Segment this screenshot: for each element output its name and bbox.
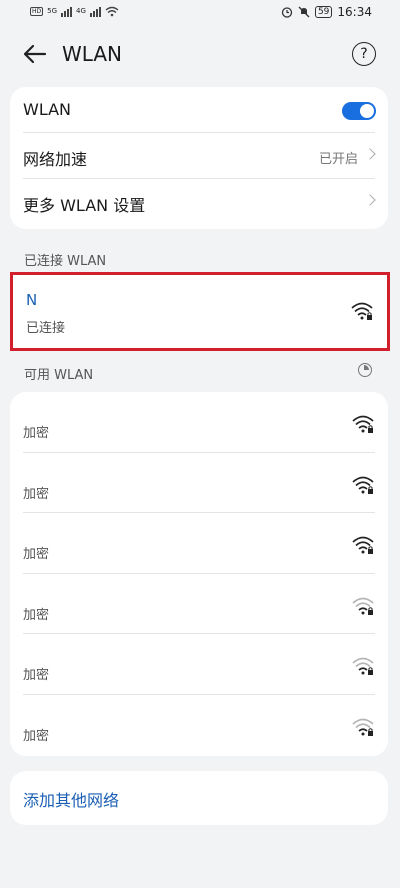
toggle-knob — [360, 104, 374, 118]
network-type-2: 4G — [76, 7, 86, 15]
wlan-toggle-row[interactable]: WLAN — [10, 87, 388, 133]
available-network-item[interactable]: 加密 — [10, 574, 388, 635]
alarm-icon — [281, 7, 293, 18]
more-settings-row[interactable]: 更多 WLAN 设置 — [10, 179, 388, 225]
network-type-1: 5G — [47, 7, 58, 15]
network-security-label: 加密 — [23, 728, 50, 744]
wlan-label: WLAN — [23, 100, 72, 119]
network-security-label: 加密 — [23, 668, 50, 684]
network-boost-value: 已开启 — [318, 152, 358, 167]
clock: 16:34 — [337, 5, 372, 19]
back-arrow-icon[interactable] — [22, 41, 48, 67]
mute-icon — [298, 6, 310, 18]
connected-network-item[interactable]: N 已连接 — [10, 272, 390, 351]
connected-section-header: 已连接 WLAN — [24, 254, 107, 269]
wifi-lock-icon — [352, 718, 374, 736]
available-network-item[interactable]: 加密 — [10, 453, 388, 514]
network-boost-label: 网络加速 — [23, 150, 88, 169]
wlan-toggle[interactable] — [342, 102, 376, 120]
signal-icon — [61, 5, 73, 17]
app-bar: WLAN ? — [0, 28, 400, 80]
available-network-item[interactable]: 加密 — [10, 513, 388, 574]
wifi-lock-icon — [352, 415, 374, 433]
available-network-item[interactable]: 加密 — [10, 392, 388, 453]
add-network-card[interactable]: 添加其他网络 — [10, 771, 388, 825]
wifi-status-icon — [105, 6, 119, 16]
network-security-label: 加密 — [23, 486, 50, 502]
network-security-label: 加密 — [23, 607, 50, 623]
available-network-list: 加密 加密 加密 加密 加密 加密 — [10, 392, 388, 756]
available-network-item[interactable]: 加密 — [10, 695, 388, 756]
more-settings-label: 更多 WLAN 设置 — [23, 196, 146, 215]
wifi-lock-icon — [352, 597, 374, 615]
chevron-right-icon — [364, 194, 376, 206]
scanning-icon — [358, 363, 372, 377]
settings-card: WLAN 网络加速 已开启 更多 WLAN 设置 — [10, 87, 388, 229]
connected-network-name: N — [26, 291, 38, 309]
status-bar: HD 5G 4G 59 16:34 — [0, 0, 400, 28]
wifi-lock-icon — [352, 536, 374, 555]
network-security-label: 加密 — [23, 426, 50, 441]
network-boost-row[interactable]: 网络加速 已开启 — [10, 133, 388, 179]
add-network-link[interactable]: 添加其他网络 — [23, 787, 119, 811]
signal-icon-2 — [89, 5, 101, 17]
network-security-label: 加密 — [23, 547, 50, 563]
chevron-right-icon — [364, 148, 376, 160]
connected-network-status: 已连接 — [26, 321, 66, 336]
wifi-lock-icon — [351, 302, 373, 320]
battery-icon: 59 — [314, 6, 333, 18]
wifi-lock-icon — [352, 476, 374, 494]
hd-indicator: HD — [30, 6, 44, 16]
help-icon[interactable]: ? — [352, 42, 376, 66]
available-networks-card: 加密 加密 加密 加密 加密 加密 — [10, 392, 388, 756]
page-title: WLAN — [62, 42, 123, 66]
available-section-header: 可用 WLAN — [24, 368, 94, 383]
wifi-lock-icon — [352, 658, 374, 676]
available-network-item[interactable]: 加密 — [10, 634, 388, 695]
